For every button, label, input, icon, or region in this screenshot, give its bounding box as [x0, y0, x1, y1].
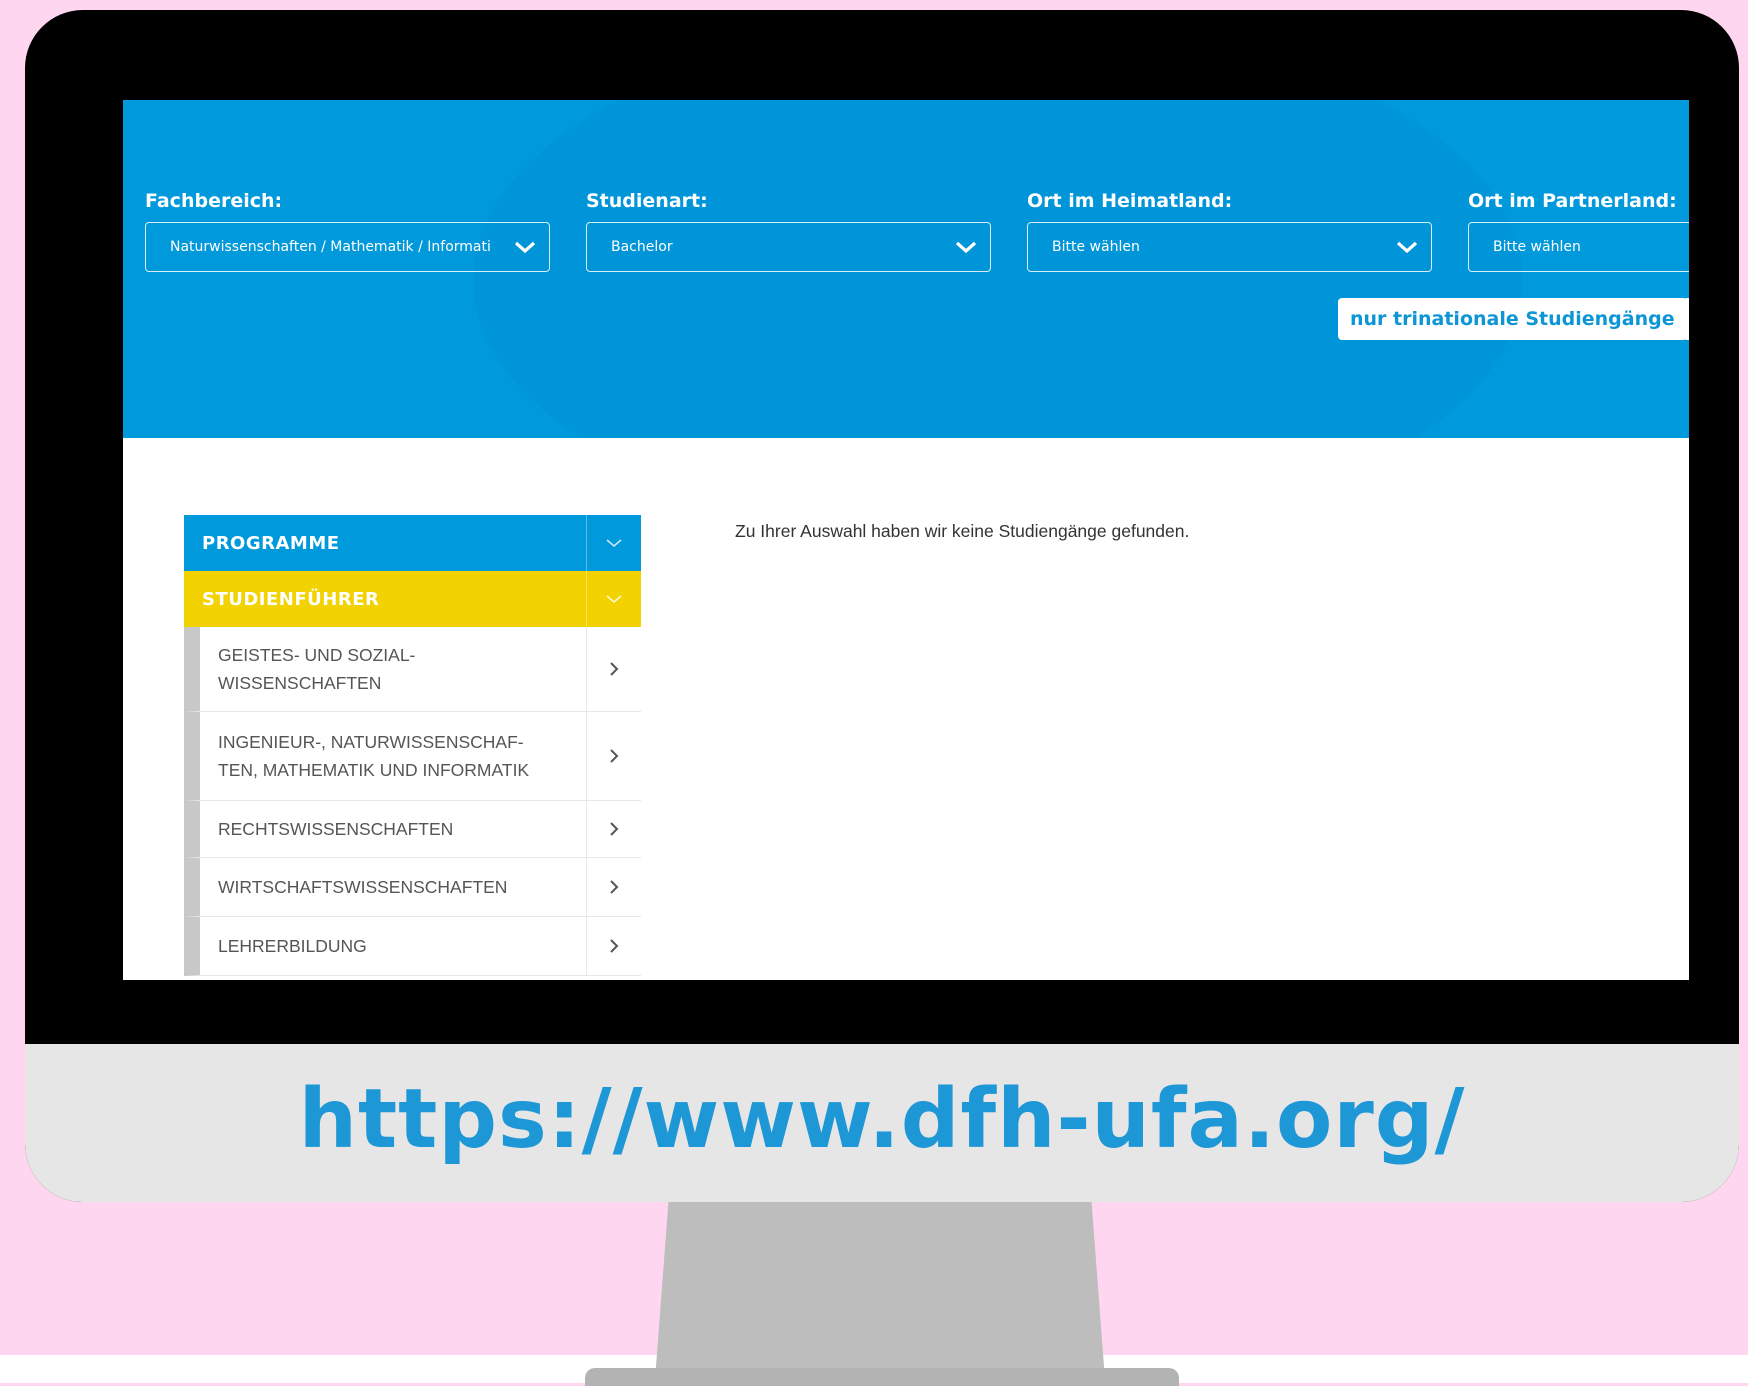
monitor-stand — [654, 1202, 1106, 1385]
sub-arrow[interactable] — [586, 627, 641, 711]
sub-arrow[interactable] — [586, 712, 641, 800]
chevron-down-icon — [606, 539, 622, 548]
select-value: Naturwissenschaften / Mathematik / Infor… — [170, 239, 491, 255]
url-caption: https://www.dfh-ufa.org/ — [298, 1071, 1466, 1167]
chevron-down-icon — [955, 241, 977, 254]
accordion-studienfuehrer[interactable]: STUDIENFÜHRER — [184, 571, 641, 627]
accordion-label: PROGRAMME — [202, 532, 340, 554]
sidebar-item-ingenieur[interactable]: INGENIEUR-, NATURWISSENSCHAF- TEN, MATHE… — [184, 712, 641, 801]
sidebar-item-geistes[interactable]: GEISTES- UND SOZIAL- WISSENSCHAFTEN — [184, 627, 641, 712]
chevron-down-icon — [514, 241, 536, 254]
chevron-right-icon — [610, 662, 619, 676]
sidebar-item-wirtschaft[interactable]: WIRTSCHAFTSWISSENSCHAFTEN — [184, 858, 641, 917]
accordion-toggle[interactable] — [586, 571, 641, 627]
filter-label: Ort im Heimatland: — [1027, 190, 1233, 212]
chevron-right-icon — [610, 939, 619, 953]
filter-label: Fachbereich: — [145, 190, 283, 212]
filter-studienart: Studienart: Bachelor — [586, 190, 991, 272]
sidebar-item-label: WIRTSCHAFTSWISSENSCHAFTEN — [218, 877, 508, 897]
chevron-right-icon — [610, 822, 619, 836]
monitor-chin: https://www.dfh-ufa.org/ — [25, 1044, 1739, 1202]
accordion-label: STUDIENFÜHRER — [202, 588, 380, 610]
select-value: Bitte wählen — [1052, 239, 1140, 255]
sidebar-item-text: INGENIEUR-, NATURWISSENSCHAF- TEN, MATHE… — [218, 732, 530, 780]
filter-label: Studienart: — [586, 190, 708, 212]
chevron-right-icon — [610, 749, 619, 763]
sub-arrow[interactable] — [586, 801, 641, 857]
chevron-down-icon — [1396, 241, 1418, 254]
sub-arrow[interactable] — [586, 917, 641, 975]
partnerland-select[interactable]: Bitte wählen — [1468, 222, 1689, 272]
sub-arrow[interactable] — [586, 858, 641, 916]
filter-label: Ort im Partnerland: — [1468, 190, 1677, 212]
filter-header: Fachbereich: Naturwissenschaften / Mathe… — [123, 100, 1689, 438]
trinational-button[interactable]: nur trinationale Studiengänge — [1338, 298, 1687, 340]
sidebar-item-label: INGENIEUR-, NATURWISSENSCHAF- TEN, MATHE… — [200, 712, 586, 800]
sidebar-item-lehrer[interactable]: LEHRERBILDUNG — [184, 917, 641, 976]
filter-partnerland: Ort im Partnerland: Bitte wählen — [1468, 190, 1689, 272]
chevron-down-icon — [606, 595, 622, 604]
cut-off-button[interactable] — [1683, 298, 1689, 340]
fachbereich-select[interactable]: Naturwissenschaften / Mathematik / Infor… — [145, 222, 550, 272]
accordion-toggle[interactable] — [586, 515, 641, 571]
monitor-frame: Fachbereich: Naturwissenschaften / Mathe… — [25, 10, 1739, 1202]
filter-fachbereich: Fachbereich: Naturwissenschaften / Mathe… — [145, 190, 550, 272]
select-value: Bachelor — [611, 239, 673, 255]
screen: Fachbereich: Naturwissenschaften / Mathe… — [123, 100, 1689, 980]
monitor-stand-foot — [585, 1368, 1179, 1386]
filter-heimatland: Ort im Heimatland: Bitte wählen — [1027, 190, 1432, 272]
sidebar-item-text: GEISTES- UND SOZIAL- WISSENSCHAFTEN — [218, 645, 416, 693]
chevron-right-icon — [610, 880, 619, 894]
accordion-programme[interactable]: PROGRAMME — [184, 515, 641, 571]
heimatland-select[interactable]: Bitte wählen — [1027, 222, 1432, 272]
sidebar-item-label: LEHRERBILDUNG — [218, 936, 367, 956]
sidebar-nav: PROGRAMME STUDIENFÜHRER GEISTES- UND SOZ… — [184, 515, 641, 976]
sidebar-item-recht[interactable]: RECHTSWISSENSCHAFTEN — [184, 801, 641, 858]
sidebar-item-label: RECHTSWISSENSCHAFTEN — [218, 819, 454, 839]
result-message: Zu Ihrer Auswahl haben wir keine Studien… — [735, 521, 1190, 541]
select-value: Bitte wählen — [1493, 239, 1581, 255]
studienart-select[interactable]: Bachelor — [586, 222, 991, 272]
sidebar-item-label: GEISTES- UND SOZIAL- WISSENSCHAFTEN — [200, 627, 586, 711]
